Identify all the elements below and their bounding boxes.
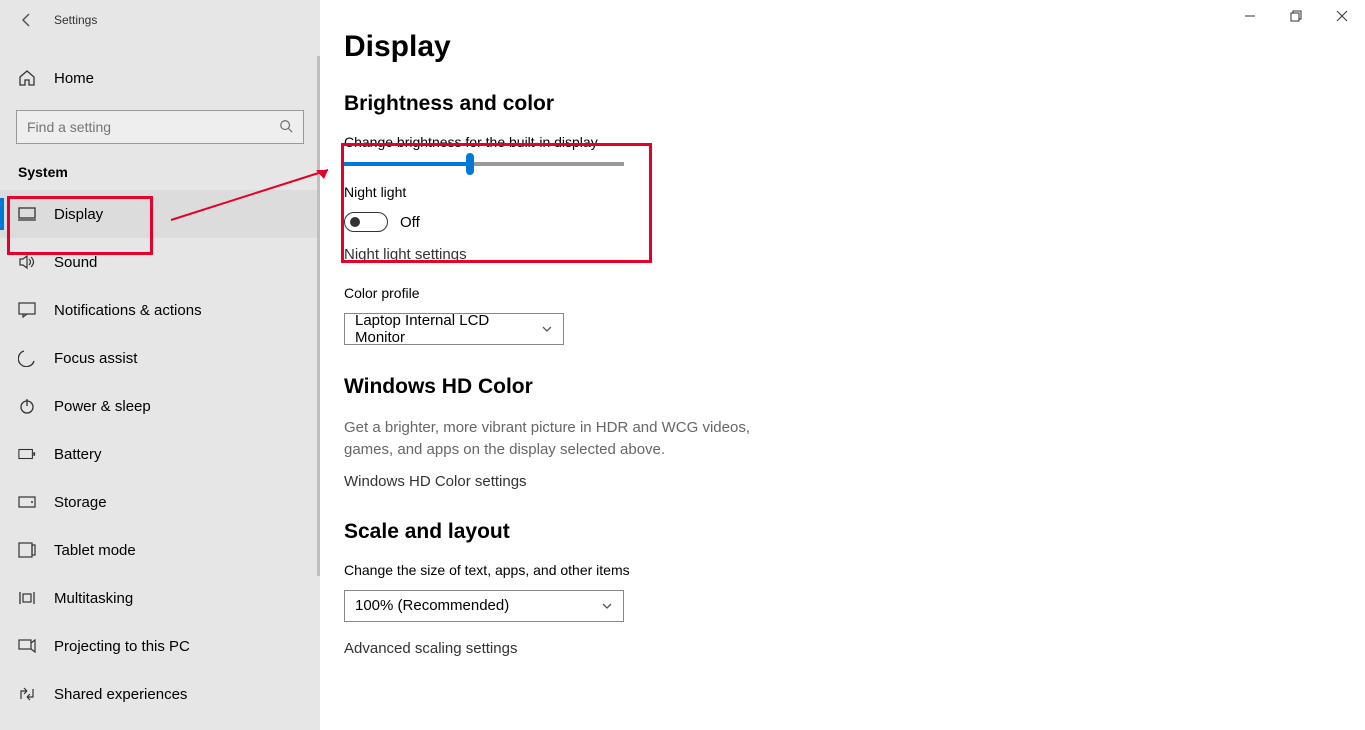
maximize-icon xyxy=(1290,10,1302,22)
chevron-down-icon xyxy=(541,323,553,335)
sidebar-item-label: Shared experiences xyxy=(54,686,187,703)
sidebar-item-shared-exp[interactable]: Shared experiences xyxy=(0,670,320,718)
page-title: Display xyxy=(344,30,1080,64)
search-icon xyxy=(279,119,293,136)
search-input[interactable] xyxy=(27,119,266,135)
home-label: Home xyxy=(54,70,94,87)
hdcolor-link[interactable]: Windows HD Color settings xyxy=(344,473,1080,490)
close-button[interactable] xyxy=(1319,0,1365,32)
sound-icon xyxy=(18,253,36,271)
night-light-state: Off xyxy=(400,214,420,231)
sidebar-item-label: Focus assist xyxy=(54,350,137,367)
sidebar-item-display[interactable]: Display xyxy=(0,190,320,238)
hdcolor-desc: Get a brighter, more vibrant picture in … xyxy=(344,417,784,461)
projecting-icon xyxy=(18,637,36,655)
night-light-settings-link[interactable]: Night light settings xyxy=(344,246,1080,263)
section-hdcolor: Windows HD Color xyxy=(344,375,1080,399)
home-button[interactable]: Home xyxy=(0,54,320,102)
sidebar-item-label: Sound xyxy=(54,254,97,271)
brightness-slider[interactable] xyxy=(344,162,624,166)
sidebar-item-tablet-mode[interactable]: Tablet mode xyxy=(0,526,320,574)
search-input-wrap[interactable] xyxy=(16,110,304,144)
sidebar-item-label: Display xyxy=(54,206,103,223)
minimize-button[interactable] xyxy=(1227,0,1273,32)
color-profile-label: Color profile xyxy=(344,285,1080,301)
close-icon xyxy=(1336,10,1348,22)
app-title: Settings xyxy=(54,13,97,27)
battery-icon xyxy=(18,445,36,463)
titlebar: Settings xyxy=(0,0,320,40)
slider-fill xyxy=(344,162,470,166)
sidebar-item-label: Battery xyxy=(54,446,102,463)
home-icon xyxy=(18,69,36,87)
advanced-scaling-link[interactable]: Advanced scaling settings xyxy=(344,640,1080,657)
category-label: System xyxy=(0,152,320,190)
scale-label: Change the size of text, apps, and other… xyxy=(344,562,1080,578)
sidebar-item-label: Notifications & actions xyxy=(54,302,202,319)
sidebar: Settings Home System Display xyxy=(0,0,320,730)
scale-value: 100% (Recommended) xyxy=(355,597,509,614)
sidebar-item-focus-assist[interactable]: Focus assist xyxy=(0,334,320,382)
color-profile-value: Laptop Internal LCD Monitor xyxy=(355,312,541,346)
main-content: Display Brightness and color Change brig… xyxy=(320,0,1365,730)
tablet-icon xyxy=(18,541,36,559)
sidebar-item-notifications[interactable]: Notifications & actions xyxy=(0,286,320,334)
color-profile-dropdown[interactable]: Laptop Internal LCD Monitor xyxy=(344,313,564,345)
slider-thumb[interactable] xyxy=(466,153,474,175)
display-icon xyxy=(18,205,36,223)
minimize-icon xyxy=(1244,10,1256,22)
back-button[interactable] xyxy=(18,11,36,29)
sidebar-item-power-sleep[interactable]: Power & sleep xyxy=(0,382,320,430)
window-controls xyxy=(1227,0,1365,32)
storage-icon xyxy=(18,493,36,511)
chevron-down-icon xyxy=(601,600,613,612)
sidebar-item-label: Projecting to this PC xyxy=(54,638,190,655)
toggle-knob xyxy=(350,217,360,227)
night-light-label: Night light xyxy=(344,184,1080,200)
sidebar-item-battery[interactable]: Battery xyxy=(0,430,320,478)
power-icon xyxy=(18,397,36,415)
section-scale: Scale and layout xyxy=(344,520,1080,544)
sidebar-item-storage[interactable]: Storage xyxy=(0,478,320,526)
nav-list: Display Sound Notifications & actions Fo… xyxy=(0,190,320,718)
sidebar-item-projecting[interactable]: Projecting to this PC xyxy=(0,622,320,670)
sidebar-item-label: Power & sleep xyxy=(54,398,151,415)
shared-exp-icon xyxy=(18,685,36,703)
arrow-left-icon xyxy=(19,12,35,28)
notifications-icon xyxy=(18,301,36,319)
focus-assist-icon xyxy=(18,349,36,367)
scale-dropdown[interactable]: 100% (Recommended) xyxy=(344,590,624,622)
sidebar-item-multitasking[interactable]: Multitasking xyxy=(0,574,320,622)
sidebar-item-sound[interactable]: Sound xyxy=(0,238,320,286)
sidebar-item-label: Storage xyxy=(54,494,107,511)
maximize-button[interactable] xyxy=(1273,0,1319,32)
section-brightness: Brightness and color xyxy=(344,92,1080,116)
multitasking-icon xyxy=(18,589,36,607)
sidebar-item-label: Tablet mode xyxy=(54,542,136,559)
sidebar-item-label: Multitasking xyxy=(54,590,133,607)
night-light-toggle[interactable] xyxy=(344,212,388,232)
brightness-label: Change brightness for the built-in displ… xyxy=(344,134,1080,150)
